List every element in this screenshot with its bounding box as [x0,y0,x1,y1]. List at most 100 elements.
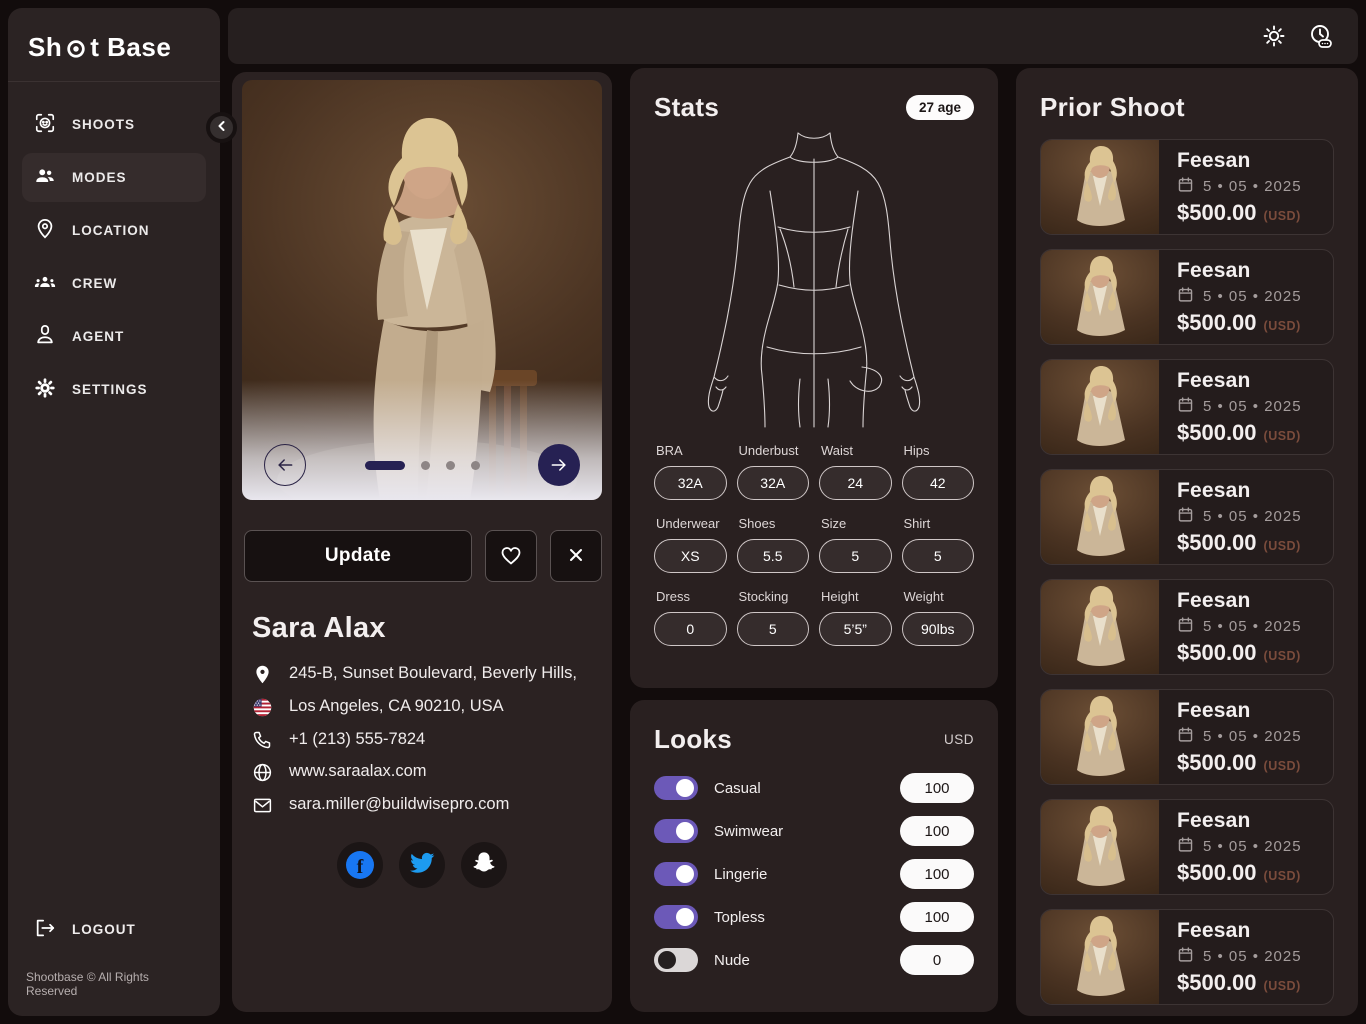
shoot-thumbnail [1041,140,1159,234]
prior-shoot-card[interactable]: Feesan 5 • 05 • 2025 $500.00 (USD) [1040,249,1334,345]
session-clock-icon[interactable] [1308,23,1334,49]
look-toggle[interactable] [654,948,698,972]
facebook-link[interactable]: f [337,842,383,888]
stat-value-pill[interactable]: 32A [736,466,809,500]
prior-shoot-card[interactable]: Feesan 5 • 05 • 2025 $500.00 (USD) [1040,139,1334,235]
shoot-currency: (USD) [1263,868,1301,883]
sidebar-item-modes[interactable]: MODES [22,153,206,202]
sidebar-item-location[interactable]: LOCATION [22,206,206,255]
stat-field: Dress 0 [654,589,727,646]
prior-shoot-card[interactable]: Feesan 5 • 05 • 2025 $500.00 (USD) [1040,469,1334,565]
app-root: Sh t Base SHOOTS MODES LOCATION CREW AGE… [0,0,1366,1024]
look-toggle[interactable] [654,819,698,843]
carousel-dot[interactable] [445,460,455,470]
snapchat-link[interactable] [461,842,507,888]
globe-icon [252,762,274,783]
carousel-dot[interactable] [420,460,430,470]
us-flag-icon [252,697,274,718]
toggle-knob [676,865,694,883]
shoot-price-row: $500.00 (USD) [1177,970,1302,996]
stat-field: Size 5 [819,516,892,573]
profile-actions: Update [242,530,602,582]
logout-button[interactable]: LOGOUT [22,905,206,954]
shoot-info: Feesan 5 • 05 • 2025 $500.00 (USD) [1159,580,1302,674]
sidebar-item-label: SETTINGS [72,382,148,397]
shoot-info: Feesan 5 • 05 • 2025 $500.00 (USD) [1159,250,1302,344]
app-logo[interactable]: Sh t Base [22,28,206,81]
carousel-dot[interactable] [470,460,480,470]
prior-shoot-card[interactable]: Feesan 5 • 05 • 2025 $500.00 (USD) [1040,689,1334,785]
look-label: Topless [714,908,765,926]
shoot-date-row: 5 • 05 • 2025 [1177,286,1302,307]
toggle-knob [676,779,694,797]
prior-shoot-card[interactable]: Feesan 5 • 05 • 2025 $500.00 (USD) [1040,799,1334,895]
toggle-knob [676,908,694,926]
shoot-name: Feesan [1177,918,1251,942]
theme-sun-icon[interactable] [1262,24,1286,48]
stat-value-pill[interactable]: 0 [654,612,727,646]
shoot-price: $500.00 [1177,309,1257,335]
look-row: Nude 0 [654,945,974,975]
stat-value-pill[interactable]: 5 [819,539,892,573]
facebook-icon: f [346,851,374,879]
sidebar-collapse-button[interactable] [206,112,237,143]
shoot-price: $500.00 [1177,749,1257,775]
stat-field: Hips 42 [901,443,974,500]
carousel-prev-button[interactable] [264,444,306,486]
sidebar-item-crew[interactable]: CREW [22,259,206,308]
contact-email[interactable]: sara.miller@buildwisepro.com [289,794,509,815]
look-toggle[interactable] [654,776,698,800]
shoot-info: Feesan 5 • 05 • 2025 $500.00 (USD) [1159,360,1302,454]
stat-label: BRA [656,443,683,458]
shoot-date: 5 • 05 • 2025 [1203,397,1302,415]
shoot-date: 5 • 05 • 2025 [1203,177,1302,195]
stat-value-pill[interactable]: 5 [736,612,809,646]
sidebar-item-agent[interactable]: AGENT [22,312,206,361]
look-toggle[interactable] [654,905,698,929]
look-rate-pill[interactable]: 100 [900,816,974,846]
shoot-date-row: 5 • 05 • 2025 [1177,726,1302,747]
stat-label: Shoes [738,516,776,531]
stat-value-pill[interactable]: 42 [901,466,974,500]
shoot-date-row: 5 • 05 • 2025 [1177,836,1302,857]
shoot-currency: (USD) [1263,758,1301,773]
stat-value-pill[interactable]: 5.5 [736,539,809,573]
stat-value-pill[interactable]: XS [654,539,727,573]
contact-phone[interactable]: +1 (213) 555-7824 [289,729,425,750]
snapchat-icon [471,850,497,881]
shoot-name: Feesan [1177,368,1251,392]
shoot-price-row: $500.00 (USD) [1177,200,1302,226]
shoot-date-row: 5 • 05 • 2025 [1177,616,1302,637]
remove-button[interactable] [550,530,602,582]
look-toggle[interactable] [654,862,698,886]
shoot-date-row: 5 • 05 • 2025 [1177,946,1302,967]
favorite-button[interactable] [485,530,537,582]
shoot-thumbnail [1041,360,1159,454]
carousel-dot-active[interactable] [364,460,405,470]
agent-icon [34,324,56,349]
look-row: Swimwear 100 [654,816,974,846]
update-button[interactable]: Update [244,530,472,582]
prior-shoot-card[interactable]: Feesan 5 • 05 • 2025 $500.00 (USD) [1040,359,1334,455]
stat-value-pill[interactable]: 90lbs [901,612,974,646]
stat-value-pill[interactable]: 32A [654,466,727,500]
prior-shoot-card[interactable]: Feesan 5 • 05 • 2025 $500.00 (USD) [1040,579,1334,675]
prior-shoot-card[interactable]: Feesan 5 • 05 • 2025 $500.00 (USD) [1040,909,1334,1005]
sidebar-item-settings[interactable]: SETTINGS [22,365,206,414]
carousel-next-button[interactable] [538,444,580,486]
stat-value-pill[interactable]: 5 [901,539,974,573]
shoot-price: $500.00 [1177,859,1257,885]
stat-value-pill[interactable]: 24 [819,466,892,500]
stat-value-pill[interactable]: 5’5” [819,612,892,646]
look-rate-pill[interactable]: 0 [900,945,974,975]
look-rate-pill[interactable]: 100 [900,773,974,803]
looks-currency-label: USD [943,732,974,747]
look-rate-pill[interactable]: 100 [900,859,974,889]
profile-card: Update Sara Alax 245-B, Sunset Boulevard… [232,72,612,1012]
look-rate-pill[interactable]: 100 [900,902,974,932]
twitter-link[interactable] [399,842,445,888]
sidebar-item-shoots[interactable]: SHOOTS [22,100,206,149]
phone-icon [252,730,274,750]
contact-website[interactable]: www.saraalax.com [289,761,427,782]
stats-grid: BRA 32A Underbust 32A Waist 24 Hips 42 U… [654,443,974,646]
